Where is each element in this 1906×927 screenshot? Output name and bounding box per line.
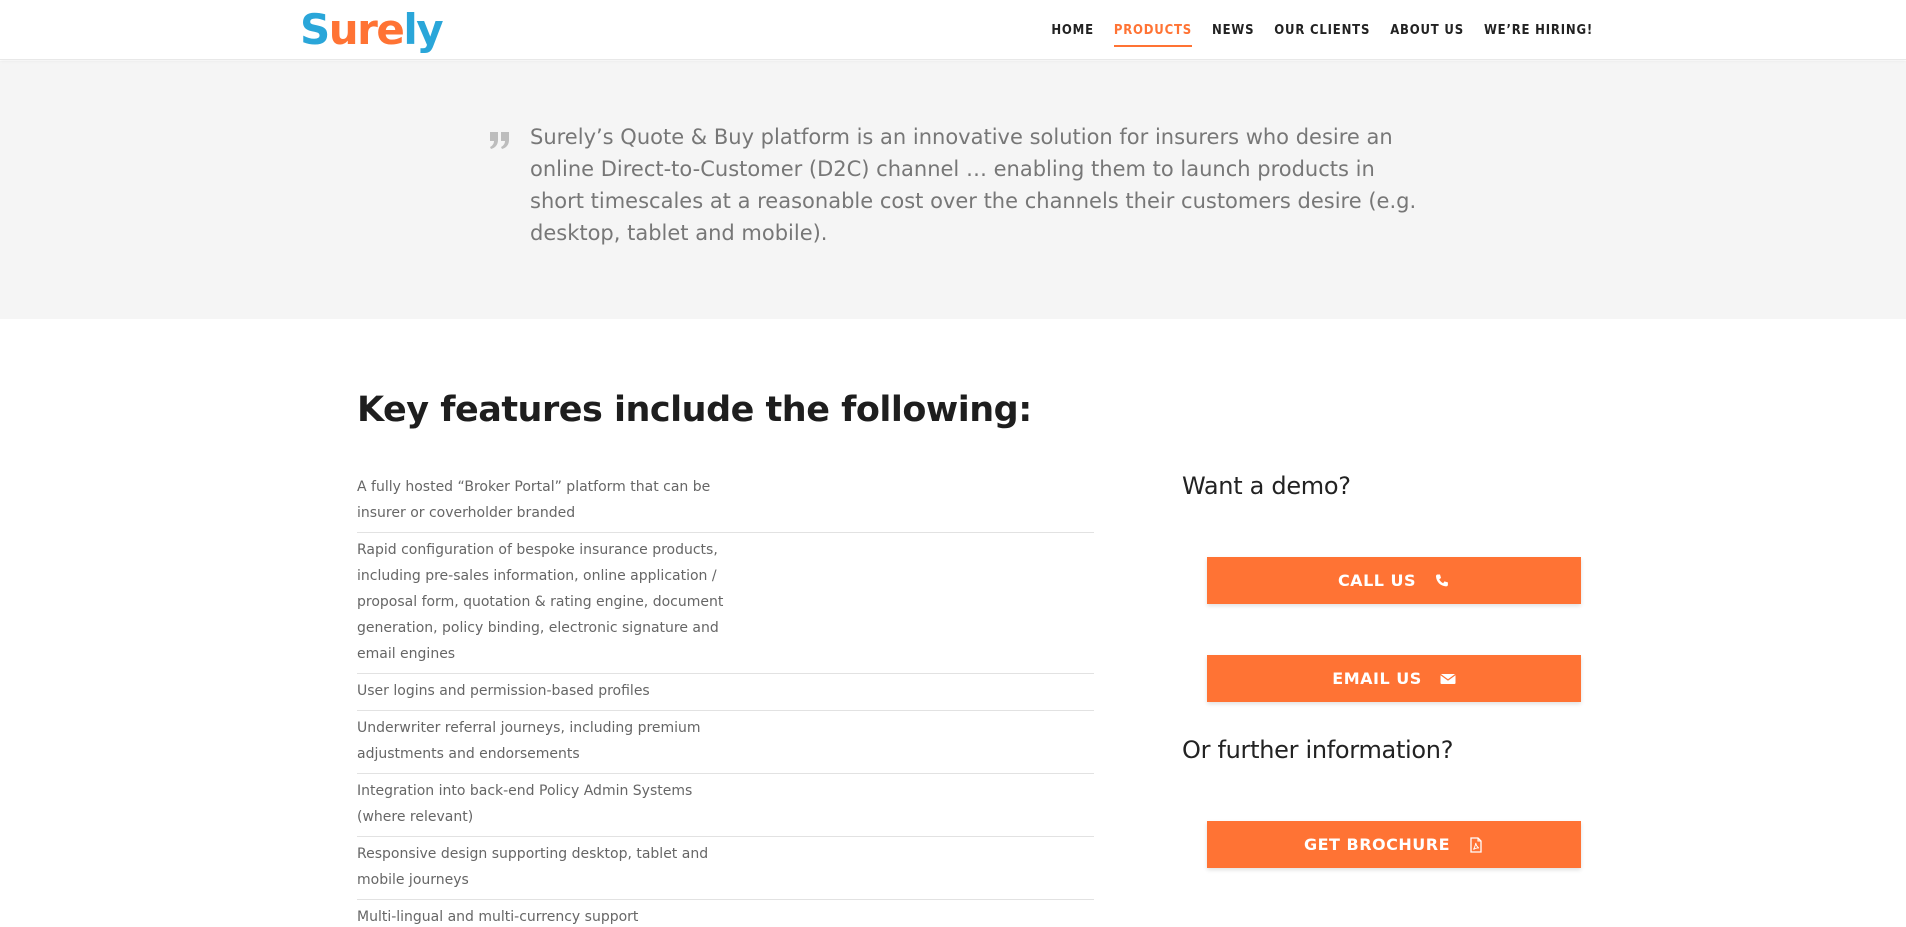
- features-list: A fully hosted “Broker Portal” platform …: [357, 470, 1094, 927]
- call-us-label: CALL US: [1337, 571, 1417, 590]
- email-us-label: EMAIL US: [1332, 669, 1422, 688]
- logo-letters-ure: ure: [328, 5, 405, 54]
- logo-letters-ly: ly: [403, 5, 443, 54]
- feature-text: Multi-lingual and multi-currency support: [357, 909, 639, 925]
- phone-icon: [1436, 574, 1448, 586]
- list-item: Underwriter referral journeys, including…: [357, 711, 1094, 774]
- main-nav: HOME PRODUCTS NEWS OUR CLIENTS ABOUT US …: [1051, 0, 1593, 60]
- nav-our-clients[interactable]: OUR CLIENTS: [1274, 17, 1370, 44]
- nav-news[interactable]: NEWS: [1212, 17, 1254, 44]
- feature-text: Responsive design supporting desktop, ta…: [357, 846, 709, 888]
- list-item: Rapid configuration of bespoke insurance…: [357, 533, 1094, 674]
- quote-icon: [490, 132, 509, 149]
- feature-text: Underwriter referral journeys, including…: [357, 720, 701, 762]
- feature-text: User logins and permission-based profile…: [357, 683, 650, 699]
- feature-text: Rapid configuration of bespoke insurance…: [357, 542, 724, 662]
- get-brochure-button[interactable]: GET BROCHURE: [1207, 821, 1581, 868]
- nav-about-us[interactable]: ABOUT US: [1390, 17, 1464, 44]
- list-item: Multi-lingual and multi-currency support: [357, 900, 1094, 927]
- feature-text: Integration into back-end Policy Admin S…: [357, 783, 693, 825]
- list-item: A fully hosted “Broker Portal” platform …: [357, 470, 1094, 533]
- envelope-icon: [1439, 673, 1456, 684]
- email-us-button[interactable]: EMAIL US: [1207, 655, 1581, 702]
- surely-logo[interactable]: Surely: [300, 3, 444, 57]
- demo-heading: Want a demo?: [1182, 472, 1351, 500]
- info-heading: Or further information?: [1182, 736, 1454, 764]
- logo-letter-s: S: [300, 5, 330, 54]
- quote-text: Surely’s Quote & Buy platform is an inno…: [530, 125, 1417, 245]
- logo-text: Surely: [300, 9, 444, 51]
- list-item: Responsive design supporting desktop, ta…: [357, 837, 1094, 900]
- get-brochure-label: GET BROCHURE: [1303, 835, 1451, 854]
- site-header: Surely HOME PRODUCTS NEWS OUR CLIENTS AB…: [0, 0, 1906, 60]
- list-item: Integration into back-end Policy Admin S…: [357, 774, 1094, 837]
- pdf-file-icon: [1470, 836, 1482, 853]
- nav-products[interactable]: PRODUCTS: [1113, 17, 1193, 47]
- feature-text: A fully hosted “Broker Portal” platform …: [357, 479, 711, 521]
- call-us-button[interactable]: CALL US: [1207, 557, 1581, 604]
- nav-hiring[interactable]: WE’RE HIRING!: [1484, 17, 1593, 44]
- page-title: Key features include the following:: [357, 390, 1032, 430]
- nav-home[interactable]: HOME: [1051, 17, 1094, 44]
- list-item: User logins and permission-based profile…: [357, 674, 1094, 711]
